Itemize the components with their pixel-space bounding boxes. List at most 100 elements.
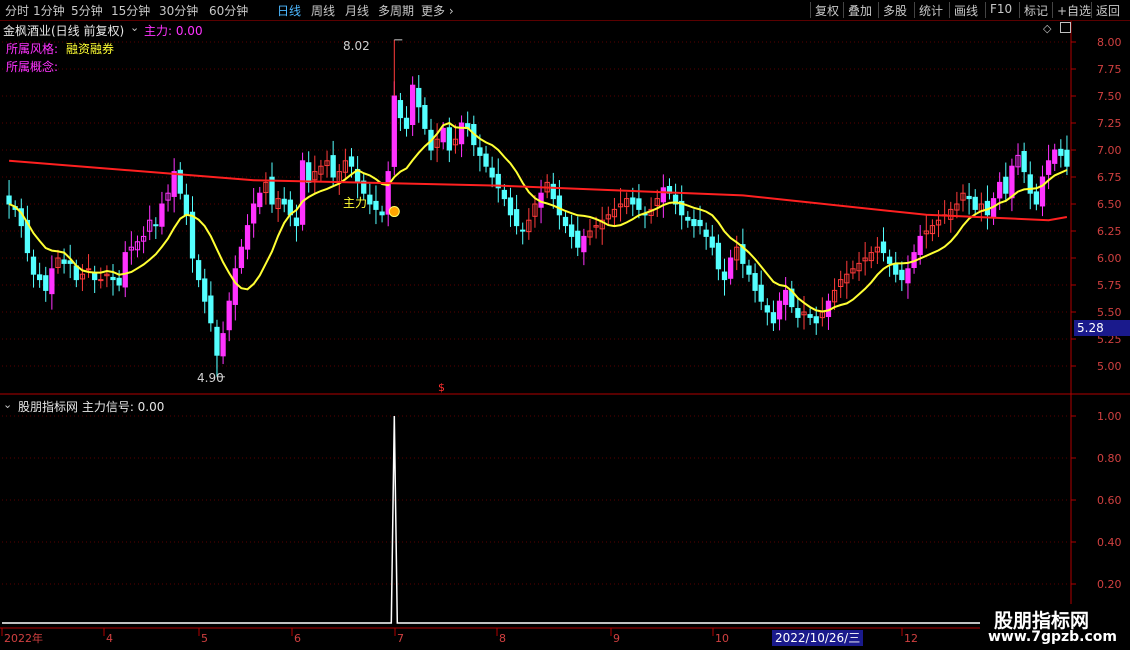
candle-body [1021,151,1027,173]
price-tick-label: 6.75 [1097,171,1122,184]
toolbar-button-5[interactable]: F10 [990,2,1012,16]
candle-body [416,87,422,108]
toolbar-button-6[interactable]: 标记 [1024,2,1048,19]
candle-body [293,217,300,227]
kline-chart[interactable]: 8.00 7.75 7.50 7.25 7.00 6.75 6.50 6.25 6.00 5.75… [0,21,1130,650]
period-tab-10[interactable]: 更多 › [421,2,454,19]
period-tab-8[interactable]: 月线 [345,2,369,19]
low-price-marker: 4.90 [197,371,224,385]
candle-body [122,252,128,288]
candle-body [1064,149,1070,167]
candle-body [410,84,416,126]
signal-tick-label: 0.80 [1097,452,1122,465]
candle-body [581,235,587,253]
time-tick-label: 7 [397,632,404,645]
candle-body [691,219,697,227]
price-tick-label: 6.50 [1097,198,1122,211]
candle-body [507,197,514,216]
high-price-marker: 8.02 [343,39,370,53]
style-value: 融资融券 [66,42,115,56]
period-tab-0[interactable]: 分时 [5,2,29,19]
candle-body [758,284,764,302]
toolbar-separator [985,2,986,18]
watermark-url: www.7gpzb.com [988,629,1118,645]
toolbar-separator [1052,2,1053,18]
candle-body [709,236,715,248]
stock-title: 金枫酒业(日线 前复权) [3,24,125,38]
candle-body [813,316,819,324]
time-tick-label: 2022年 [4,631,43,645]
candle-body [893,263,899,275]
candle-body [899,269,905,281]
toolbar-button-3[interactable]: 统计 [919,2,943,19]
candle-body [244,225,251,250]
candle-body [1033,191,1040,205]
toolbar-button-1[interactable]: 叠加 [848,2,872,19]
signal-tick-label: 0.60 [1097,494,1122,507]
candle-body [183,194,190,216]
toolbar-separator [843,2,844,18]
signal-tick-label: 0.40 [1097,536,1122,549]
cursor-date: 2022/10/26/三 [772,630,864,646]
candle-body [92,272,98,281]
candle-body [770,312,777,324]
candle-body [330,155,336,178]
candle-body [446,127,452,151]
concept-label: 所属概念: [6,60,59,74]
period-tab-9[interactable]: 多周期 [378,2,414,19]
period-tab-3[interactable]: 15分钟 [111,2,150,19]
period-tab-2[interactable]: 5分钟 [71,2,103,19]
current-price-tag: 5.28 [1074,320,1130,336]
candle-body [795,308,801,318]
candle-body [1009,165,1015,199]
style-label: 所属风格: [6,42,59,56]
time-tick-label: 4 [106,632,113,645]
candle-body [556,195,563,216]
candle-body [195,260,202,281]
candle-body [116,277,122,286]
price-tick-label: 7.75 [1097,63,1122,76]
candle-body [281,198,287,205]
candle-body [501,189,508,200]
candle-body [202,278,208,302]
time-tick-label: 5 [201,632,208,645]
chevron-down-icon[interactable]: ⌄ [130,21,139,34]
price-tick-label: 7.00 [1097,144,1122,157]
period-tab-7[interactable]: 周线 [311,2,335,19]
candle-body [61,259,67,264]
candle-body [220,333,226,357]
candle-body [568,224,575,237]
period-tab-6[interactable]: 日线 [277,2,301,19]
candle-body [483,153,489,167]
toolbar-separator [949,2,950,18]
toolbar-button-2[interactable]: 多股 [883,2,907,19]
candle-body [575,230,581,248]
candle-body [1045,160,1052,175]
toolbar-button-8[interactable]: 返回 [1096,2,1120,19]
candle-body [477,147,483,156]
toolbar-button-4[interactable]: 画线 [954,2,978,19]
period-tab-4[interactable]: 30分钟 [159,2,198,19]
dollar-marker: $ [438,381,445,394]
toolbar-button-7[interactable]: +自选 [1057,2,1091,19]
sub-chevron-icon[interactable]: ⌄ [3,398,12,411]
candle-body [727,257,734,279]
diamond-icon[interactable]: ◇ [1043,22,1051,35]
candle-body [171,171,177,197]
candle-body [110,276,116,281]
candle-body [520,229,526,232]
price-tick-label: 7.50 [1097,90,1122,103]
maximize-icon[interactable] [1060,22,1071,33]
candle-body [630,197,636,205]
candle-body [1027,174,1033,194]
candle-body [685,216,691,221]
candle-body [238,246,245,269]
period-tab-1[interactable]: 1分钟 [33,2,65,19]
candle-body [422,105,428,129]
candle-body [30,256,37,275]
candle-body [1039,176,1046,207]
toolbar-button-0[interactable]: 复权 [815,2,839,19]
period-tab-5[interactable]: 60分钟 [209,2,248,19]
candle-body [49,268,55,295]
candle-body [807,314,813,318]
